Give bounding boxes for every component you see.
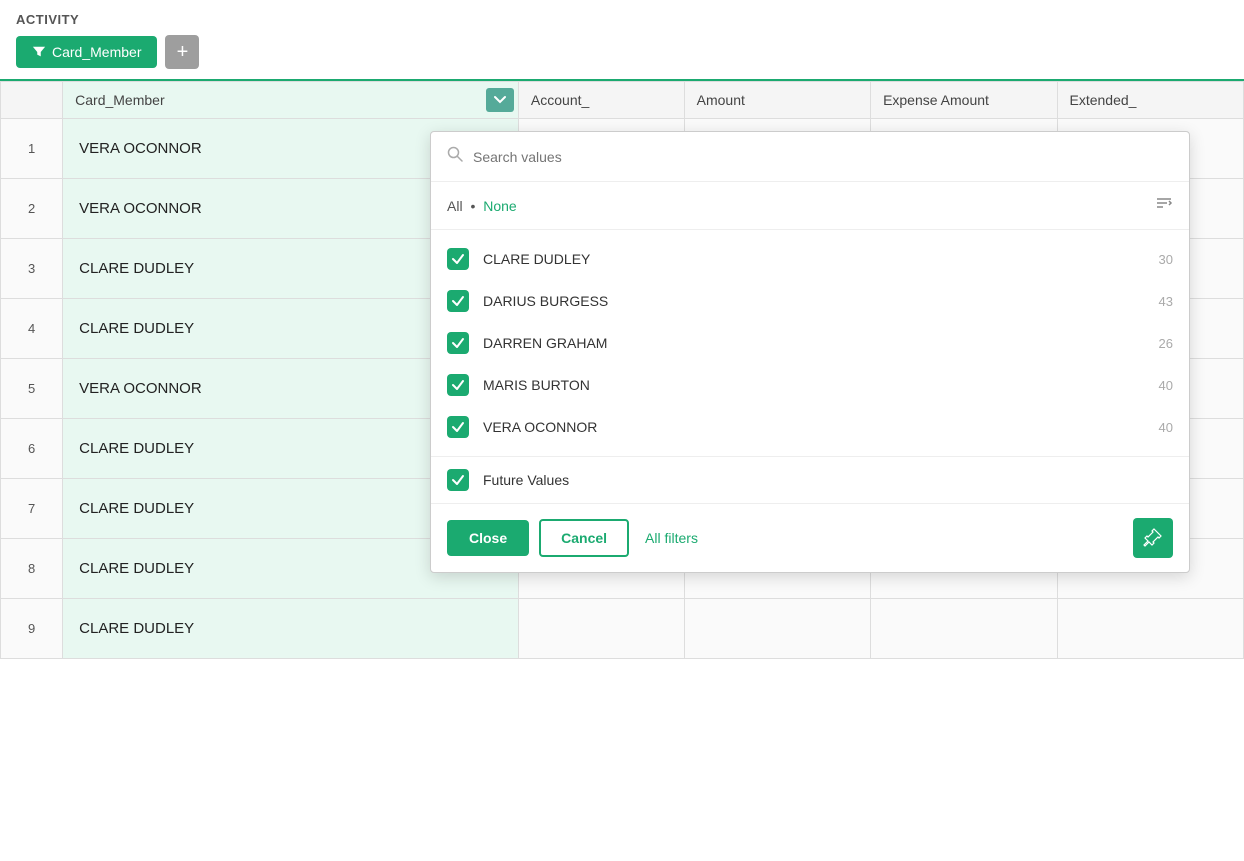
pin-icon-button[interactable] (1133, 518, 1173, 558)
filter-item-checkbox[interactable] (447, 374, 469, 396)
col-header-amount: Amount (684, 82, 870, 119)
account-cell (518, 599, 684, 659)
filter-item-label: CLARE DUDLEY (483, 251, 1145, 267)
footer-row: Close Cancel All filters (431, 504, 1189, 572)
add-filter-button[interactable]: + (165, 35, 199, 69)
filter-item-count: 43 (1159, 294, 1173, 309)
funnel-icon (32, 45, 46, 59)
filter-item-count: 30 (1159, 252, 1173, 267)
close-button[interactable]: Close (447, 520, 529, 556)
card-member-dropdown-button[interactable] (486, 88, 514, 112)
col-header-extended: Extended_ (1057, 82, 1244, 119)
col-header-account: Account_ (518, 82, 684, 119)
pin-icon (1143, 528, 1163, 548)
col-header-row-num (1, 82, 63, 119)
extended-cell (1057, 599, 1244, 659)
card-member-cell: CLARE DUDLEY (63, 599, 519, 659)
card-member-col-label: Card_Member (75, 92, 164, 108)
filter-item-label: DARIUS BURGESS (483, 293, 1145, 309)
filter-dropdown-panel: All • None CLARE DUDLEY 30 DARIUS BURGESS 4… (430, 131, 1190, 573)
toolbar: Card_Member + (0, 35, 1244, 79)
table-row: 9CLARE DUDLEY (1, 599, 1244, 659)
chevron-down-icon (494, 95, 506, 105)
filter-item-checkbox[interactable] (447, 332, 469, 354)
filter-item-checkbox[interactable] (447, 248, 469, 270)
filter-item-count: 26 (1159, 336, 1173, 351)
search-input[interactable] (473, 149, 1173, 165)
future-values-row[interactable]: Future Values (431, 457, 1189, 504)
col-header-card-member: Card_Member (63, 82, 519, 119)
row-number-cell: 1 (1, 119, 63, 179)
page-title: ACTIVITY (16, 12, 79, 27)
filter-item[interactable]: VERA OCONNOR 40 (431, 406, 1189, 448)
row-number-cell: 3 (1, 239, 63, 299)
filter-item-checkbox[interactable] (447, 416, 469, 438)
col-header-expense-amount: Expense Amount (871, 82, 1057, 119)
filter-item-label: MARIS BURTON (483, 377, 1145, 393)
row-number-cell: 2 (1, 179, 63, 239)
filter-item[interactable]: CLARE DUDLEY 30 (431, 238, 1189, 280)
all-none-row: All • None (431, 182, 1189, 230)
future-values-checkbox[interactable] (447, 469, 469, 491)
row-number-cell: 4 (1, 299, 63, 359)
expense-cell (871, 599, 1057, 659)
filter-item-checkbox[interactable] (447, 290, 469, 312)
page-container: ACTIVITY Card_Member + Card_Member (0, 0, 1244, 861)
filter-item-label: VERA OCONNOR (483, 419, 1145, 435)
card-member-filter-button[interactable]: Card_Member (16, 36, 157, 68)
data-table-wrapper: Card_Member Account_ Amount (0, 79, 1244, 659)
cancel-button[interactable]: Cancel (539, 519, 629, 557)
filter-item-count: 40 (1159, 420, 1173, 435)
filter-item[interactable]: DARREN GRAHAM 26 (431, 322, 1189, 364)
filter-item[interactable]: MARIS BURTON 40 (431, 364, 1189, 406)
filter-items-list: CLARE DUDLEY 30 DARIUS BURGESS 43 DARREN GRA… (431, 230, 1189, 457)
search-row (431, 132, 1189, 182)
activity-header: ACTIVITY (0, 0, 1244, 35)
row-number-cell: 5 (1, 359, 63, 419)
all-link[interactable]: All (447, 198, 463, 214)
filter-item[interactable]: DARIUS BURGESS 43 (431, 280, 1189, 322)
add-icon: + (177, 42, 189, 62)
all-filters-link[interactable]: All filters (645, 530, 698, 546)
row-number-cell: 6 (1, 419, 63, 479)
future-values-label: Future Values (483, 472, 569, 488)
amount-cell (684, 599, 870, 659)
row-number-cell: 8 (1, 539, 63, 599)
filter-item-label: DARREN GRAHAM (483, 335, 1145, 351)
row-number-cell: 7 (1, 479, 63, 539)
none-link[interactable]: None (483, 198, 516, 214)
filter-button-label: Card_Member (52, 44, 141, 60)
search-icon (447, 146, 463, 167)
filter-item-count: 40 (1159, 378, 1173, 393)
row-number-cell: 9 (1, 599, 63, 659)
sort-icon[interactable] (1155, 194, 1173, 217)
